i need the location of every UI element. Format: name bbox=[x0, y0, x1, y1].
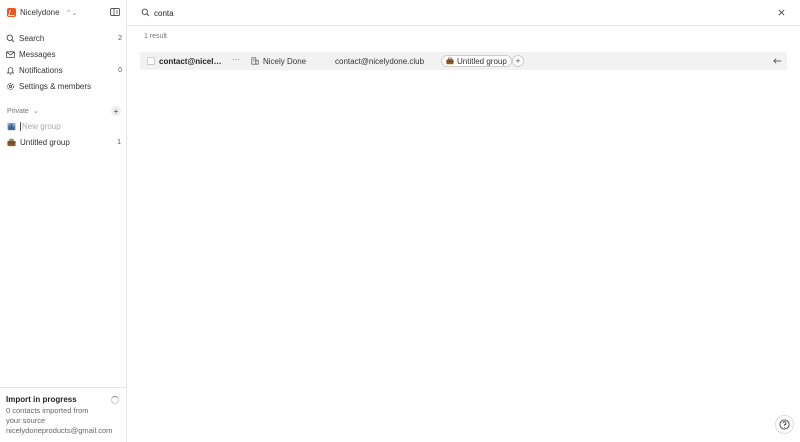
close-icon[interactable] bbox=[777, 8, 786, 17]
new-group-placeholder: New group bbox=[20, 122, 121, 131]
cityscape-icon bbox=[7, 122, 16, 131]
sidebar-item-untitled-group[interactable]: Untitled group 1 bbox=[7, 136, 121, 149]
nav-item-count: 2 bbox=[118, 34, 122, 42]
search-icon bbox=[6, 34, 15, 42]
search-icon bbox=[141, 8, 150, 17]
add-to-group-button[interactable]: + bbox=[512, 55, 524, 67]
nav-item-search[interactable]: Search 2 bbox=[6, 31, 122, 45]
arrow-left-icon[interactable] bbox=[773, 57, 782, 65]
search-input[interactable] bbox=[154, 6, 754, 20]
workspace-switcher[interactable]: Nicelydone ⌃⌄ bbox=[7, 6, 77, 19]
private-section-toggle[interactable]: Private ⌄ bbox=[7, 105, 121, 117]
nav-item-label: Search bbox=[19, 33, 45, 43]
gear-icon bbox=[7, 82, 14, 90]
new-group-input[interactable]: New group bbox=[7, 120, 121, 133]
group-count: 1 bbox=[117, 139, 121, 146]
nav-item-messages[interactable]: Messages bbox=[6, 47, 122, 61]
import-status: Import in progress 0 contacts imported f… bbox=[0, 387, 126, 442]
briefcase-icon bbox=[7, 138, 16, 147]
nav-item-count: 0 bbox=[118, 66, 122, 74]
collapse-sidebar-icon[interactable] bbox=[110, 7, 120, 17]
row-checkbox[interactable] bbox=[147, 57, 155, 65]
help-button[interactable] bbox=[775, 415, 794, 434]
building-icon bbox=[251, 57, 259, 65]
chevron-down-icon: ⌄ bbox=[32, 108, 39, 115]
nav-item-notifications[interactable]: Notifications 0 bbox=[6, 63, 122, 77]
workspace-logo-icon bbox=[7, 8, 16, 17]
private-section-label: Private bbox=[7, 107, 29, 115]
group-chip-label: Untitled group bbox=[457, 56, 507, 66]
contact-name[interactable]: contact@nicelydo... bbox=[159, 57, 223, 66]
contact-email[interactable]: contact@nicelydone.club bbox=[335, 57, 424, 66]
add-group-button[interactable]: + bbox=[111, 106, 121, 116]
chevron-updown-icon: ⌃⌄ bbox=[65, 9, 78, 17]
loading-spinner-icon bbox=[111, 396, 119, 404]
more-options-icon[interactable]: ··· bbox=[232, 55, 240, 64]
bell-icon bbox=[6, 66, 15, 75]
nav-item-label: Settings & members bbox=[19, 81, 92, 91]
contact-company[interactable]: Nicely Done bbox=[263, 57, 306, 66]
briefcase-icon bbox=[446, 57, 454, 65]
main-content: 1 result contact@nicelydo... ··· Nicely … bbox=[127, 0, 800, 442]
nav-item-label: Messages bbox=[19, 49, 56, 59]
search-bar bbox=[127, 0, 800, 26]
import-title: Import in progress bbox=[6, 395, 77, 404]
import-description: 0 contacts imported from your source nic… bbox=[6, 406, 113, 435]
results-count: 1 result bbox=[144, 33, 167, 40]
nav-item-settings[interactable]: Settings & members bbox=[6, 79, 122, 93]
sidebar: Nicelydone ⌃⌄ Search 2 Messages Notifica… bbox=[0, 0, 127, 442]
group-chip[interactable]: Untitled group bbox=[441, 55, 512, 67]
group-label: Untitled group bbox=[20, 138, 70, 147]
nav-item-label: Notifications bbox=[19, 65, 63, 75]
question-icon bbox=[779, 419, 790, 430]
workspace-name: Nicelydone bbox=[20, 8, 60, 17]
mail-icon bbox=[6, 50, 15, 58]
table-row[interactable]: contact@nicelydo... ··· Nicely Done cont… bbox=[140, 52, 787, 70]
